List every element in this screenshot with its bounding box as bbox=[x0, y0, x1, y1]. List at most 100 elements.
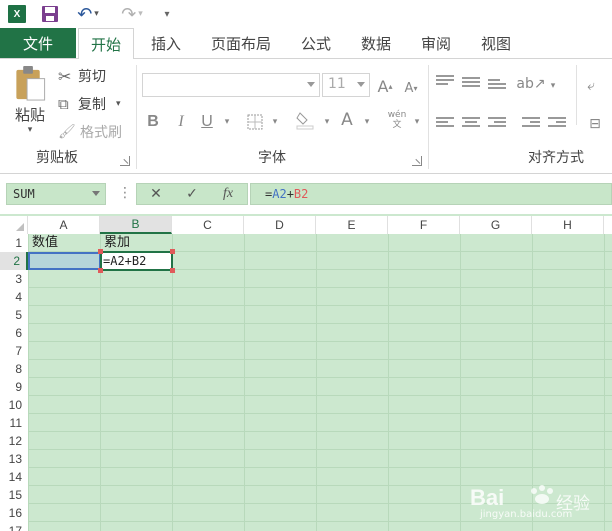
row-header-7[interactable]: 7 bbox=[0, 342, 28, 360]
font-launcher-icon[interactable] bbox=[412, 156, 422, 166]
tab-view[interactable]: 视图 bbox=[476, 28, 516, 58]
formula-bar: SUM ⋮ ✕ ✓ fx =A2+B2 bbox=[0, 174, 612, 214]
grid-line bbox=[100, 234, 101, 531]
fill-color-button[interactable] bbox=[294, 109, 316, 131]
undo-button[interactable]: ↶ ▾ bbox=[72, 3, 104, 25]
row-header-11[interactable]: 11 bbox=[0, 414, 28, 432]
italic-button[interactable]: I bbox=[170, 111, 192, 133]
tab-home[interactable]: 开始 bbox=[78, 28, 134, 59]
column-header-e[interactable]: E bbox=[316, 216, 388, 234]
reference-handle[interactable] bbox=[98, 249, 103, 254]
format-painter-button[interactable]: 🖌 格式刷 bbox=[58, 121, 122, 143]
row-header-10[interactable]: 10 bbox=[0, 396, 28, 414]
align-top-icon[interactable] bbox=[436, 75, 454, 89]
align-middle-icon[interactable] bbox=[462, 77, 480, 91]
reference-handle[interactable] bbox=[170, 268, 175, 273]
align-bottom-icon[interactable] bbox=[488, 79, 506, 93]
paste-button[interactable]: 粘贴 ▾ bbox=[10, 65, 50, 135]
column-header-a[interactable]: A bbox=[28, 216, 100, 234]
borders-dropdown[interactable]: ▾ bbox=[264, 111, 286, 133]
copy-button[interactable]: ⧉ 复制 ▾ bbox=[58, 93, 121, 115]
ribbon: 粘贴 ▾ ✂ 剪切 ⧉ 复制 ▾ 🖌 格式刷 剪贴板 11 A ▴ A ▾ B I … bbox=[0, 58, 612, 174]
insert-function-button[interactable]: fx bbox=[217, 185, 239, 203]
row-header-14[interactable]: 14 bbox=[0, 468, 28, 486]
tab-review[interactable]: 审阅 bbox=[416, 28, 456, 58]
shrink-font-button[interactable]: A ▾ bbox=[400, 77, 422, 99]
row-header-13[interactable]: 13 bbox=[0, 450, 28, 468]
align-center-icon[interactable] bbox=[462, 117, 480, 131]
cut-button[interactable]: ✂ 剪切 bbox=[58, 65, 106, 87]
clipboard-launcher-icon[interactable] bbox=[120, 156, 130, 166]
font-color-dropdown[interactable]: ▾ bbox=[356, 111, 378, 133]
underline-button[interactable]: U bbox=[196, 111, 218, 133]
orientation-button[interactable]: ab↗ bbox=[516, 73, 545, 95]
enter-formula-button[interactable]: ✓ bbox=[181, 185, 203, 203]
align-left-icon[interactable] bbox=[436, 117, 454, 131]
customize-qat-button[interactable]: ▾ bbox=[160, 3, 174, 25]
bold-button[interactable]: B bbox=[142, 111, 164, 133]
baidu-jingyan-watermark: Bai 经验 jingyan.baidu.com bbox=[470, 479, 596, 523]
row-header-12[interactable]: 12 bbox=[0, 432, 28, 450]
name-box[interactable]: SUM bbox=[6, 183, 106, 205]
grid-line bbox=[28, 234, 29, 531]
wrap-text-button[interactable]: ⤶ bbox=[580, 75, 602, 97]
row-header-3[interactable]: 3 bbox=[0, 270, 28, 288]
redo-button[interactable]: ↷ ▾ bbox=[116, 3, 148, 25]
tab-insert[interactable]: 插入 bbox=[146, 28, 186, 58]
column-header-c[interactable]: C bbox=[172, 216, 244, 234]
formula-input[interactable]: =A2+B2 bbox=[250, 183, 612, 205]
merge-center-button[interactable]: ⊟ bbox=[584, 113, 606, 135]
grid-line bbox=[28, 305, 612, 306]
column-header-b[interactable]: B bbox=[100, 216, 172, 234]
column-header-f[interactable]: F bbox=[388, 216, 460, 234]
borders-button[interactable] bbox=[244, 111, 266, 133]
cell-a2-reference-highlight[interactable] bbox=[28, 252, 101, 270]
cell-b2-editing[interactable]: =A2+B2 bbox=[100, 251, 173, 271]
chevron-down-icon[interactable] bbox=[92, 191, 100, 196]
worksheet-grid[interactable]: A B C D E F G H 1 2 3 4 5 6 7 8 9 10 11 … bbox=[0, 214, 612, 531]
row-header-8[interactable]: 8 bbox=[0, 360, 28, 378]
row-header-16[interactable]: 16 bbox=[0, 504, 28, 522]
align-right-icon[interactable] bbox=[488, 117, 506, 131]
row-header-1[interactable]: 1 bbox=[0, 234, 28, 252]
paint-bucket-icon bbox=[296, 112, 314, 130]
row-header-4[interactable]: 4 bbox=[0, 288, 28, 306]
cell-a1[interactable]: 数值 bbox=[29, 234, 58, 252]
row-header-2[interactable]: 2 bbox=[0, 252, 28, 270]
tab-page-layout[interactable]: 页面布局 bbox=[206, 28, 276, 58]
increase-indent-icon[interactable] bbox=[548, 117, 566, 131]
row-header-15[interactable]: 15 bbox=[0, 486, 28, 504]
font-color-button[interactable]: A bbox=[336, 109, 358, 131]
phonetic-dropdown[interactable]: ▾ bbox=[406, 111, 428, 133]
merge-cells-icon: ⊟ bbox=[589, 116, 601, 132]
row-header-17[interactable]: 17 bbox=[0, 522, 28, 531]
font-name-dropdown[interactable] bbox=[142, 73, 320, 97]
row-header-6[interactable]: 6 bbox=[0, 324, 28, 342]
row-header-5[interactable]: 5 bbox=[0, 306, 28, 324]
decrease-indent-icon[interactable] bbox=[522, 117, 540, 131]
grow-font-button[interactable]: A ▴ bbox=[374, 75, 396, 97]
fill-color-dropdown[interactable]: ▾ bbox=[316, 111, 338, 133]
select-all-button[interactable] bbox=[0, 216, 28, 234]
tab-file[interactable]: 文件 bbox=[0, 28, 76, 58]
underline-dropdown[interactable]: ▾ bbox=[216, 111, 238, 133]
row-header-9[interactable]: 9 bbox=[0, 378, 28, 396]
column-header-g[interactable]: G bbox=[460, 216, 532, 234]
column-header-d[interactable]: D bbox=[244, 216, 316, 234]
formula-bar-splitter-icon[interactable]: ⋮ bbox=[118, 185, 132, 201]
name-box-value: SUM bbox=[13, 187, 35, 201]
reference-handle[interactable] bbox=[170, 249, 175, 254]
chevron-down-icon: ▾ bbox=[224, 117, 230, 127]
tab-formulas[interactable]: 公式 bbox=[296, 28, 336, 58]
font-size-dropdown[interactable]: 11 bbox=[322, 73, 370, 97]
ribbon-tabs: 文件 开始 插入 页面布局 公式 数据 审阅 视图 bbox=[0, 28, 612, 59]
grid-line bbox=[28, 323, 612, 324]
font-group-label: 字体 bbox=[258, 150, 286, 166]
orientation-dropdown[interactable]: ▾ bbox=[542, 75, 564, 97]
column-header-h[interactable]: H bbox=[532, 216, 604, 234]
reference-handle[interactable] bbox=[98, 268, 103, 273]
save-button[interactable] bbox=[40, 3, 60, 25]
cell-b1[interactable]: 累加 bbox=[101, 234, 130, 252]
tab-data[interactable]: 数据 bbox=[356, 28, 396, 58]
cancel-formula-button[interactable]: ✕ bbox=[145, 185, 167, 203]
